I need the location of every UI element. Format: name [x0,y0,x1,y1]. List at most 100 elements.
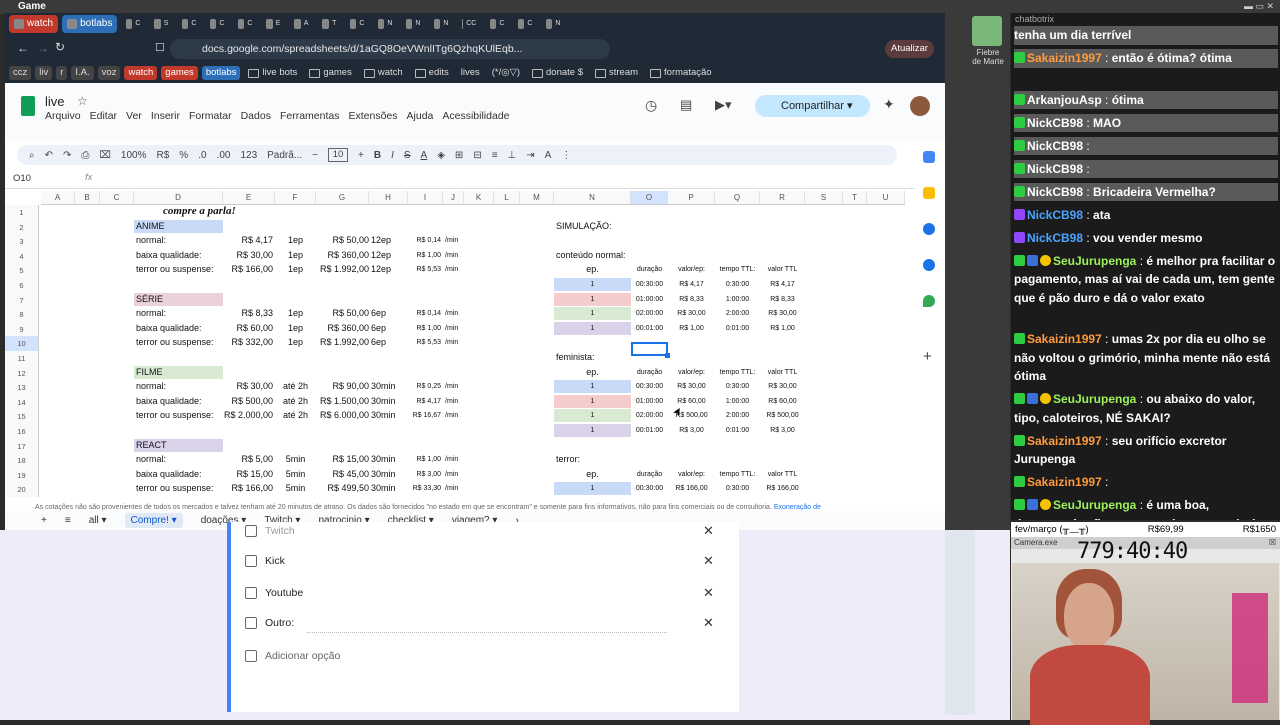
qty-cell[interactable]: 6ep [371,307,410,320]
wrap-icon[interactable]: ⇥ [526,150,534,161]
price-cell[interactable]: R$ 30,00 [223,380,273,393]
chat-message[interactable]: Sakaizin1997 : [1014,473,1278,492]
total-cell[interactable]: R$ 90,00 [316,380,369,393]
increase-decimal-button[interactable]: .00 [217,150,231,161]
option-checkbox[interactable] [245,525,257,537]
sim-value[interactable]: R$ 3,00 [668,424,715,437]
sheets-logo-icon[interactable] [21,96,35,116]
browser-tab[interactable]: botlabs [62,15,118,33]
bookmark-item[interactable]: r [56,66,68,80]
row-header[interactable]: 12 [5,365,39,381]
os-window-controls[interactable]: ▬ ▭ ✕ [1244,1,1274,12]
category-header[interactable]: SÉRIE [134,292,223,306]
browser-tab[interactable]: C [177,15,201,33]
contacts-icon[interactable] [923,259,935,271]
total-cell[interactable]: R$ 15,00 [316,453,369,466]
number-format-button[interactable]: 123 [240,150,257,161]
column-header[interactable]: E [223,191,275,205]
row-header[interactable]: 11 [5,351,39,366]
selected-cell[interactable] [631,342,668,356]
browser-tab[interactable]: C [485,15,509,33]
update-button[interactable]: Atualizar [885,40,934,58]
per-cell[interactable]: /min [445,322,466,335]
sim-duration[interactable]: 00:30:00 [631,380,668,393]
unit-cell[interactable]: 1ep [275,322,316,335]
chat-message[interactable]: Sakaizin1997 : então é ótima? ótima [1014,49,1278,68]
chat-username[interactable]: SeuJurupenga [1053,254,1136,268]
chat-username[interactable]: NickCB98 [1027,231,1083,245]
per-cell[interactable]: /min [445,482,466,495]
sim-head-duration[interactable]: duração [631,366,668,379]
bookmark-item[interactable]: live bots [244,66,301,80]
sim-time[interactable]: 0:30:00 [715,380,760,393]
column-header[interactable]: G [316,191,369,205]
sim-time[interactable]: 2:00:00 [715,307,760,320]
sim-ep[interactable]: 1 [554,482,631,496]
column-header[interactable]: B [75,191,100,205]
chat-username[interactable]: Sakaizin1997 [1027,475,1102,489]
sim-duration[interactable]: 00:30:00 [631,278,668,291]
chat-username[interactable]: SeuJurupenga [1053,392,1136,406]
unit-cell[interactable]: 1ep [275,249,316,262]
total-cell[interactable]: R$ 45,00 [316,468,369,481]
total-cell[interactable]: R$ 1.992,00 [316,263,369,276]
column-header[interactable]: O [631,191,668,205]
price-cell[interactable]: R$ 332,00 [223,336,273,349]
row-header[interactable]: 6 [5,278,39,293]
sim-ep[interactable]: 1 [554,424,631,437]
sim-value[interactable]: R$ 166,00 [668,482,715,495]
qty-cell[interactable]: 6ep [371,322,410,335]
unit-cell[interactable]: 5min [275,482,316,495]
bookmark-item[interactable]: games [305,66,356,80]
close-icon[interactable]: ☒ [1269,537,1276,549]
rate-cell[interactable]: R$ 0,14 [408,307,441,320]
print-icon[interactable]: ⎙ [81,150,89,161]
row-label[interactable]: terror ou suspense: [136,263,225,276]
sheet-tab[interactable]: all ▾ [89,515,107,526]
menu-item[interactable]: Formatar [189,110,232,122]
paint-format-icon[interactable]: ⌧ [99,150,111,161]
redo-icon[interactable]: ↷ [63,150,71,161]
sim-head-value[interactable]: valor/ep: [668,263,715,276]
menu-item[interactable]: Extensões [348,110,397,122]
rate-cell[interactable]: R$ 16,67 [408,409,441,422]
column-header[interactable]: P [668,191,715,205]
bookmark-item[interactable]: edits [411,66,453,80]
total-cell[interactable]: R$ 6.000,00 [316,409,369,422]
bookmark-item[interactable]: liv [35,66,53,80]
rotate-icon[interactable]: A [545,150,552,161]
per-cell[interactable]: /min [445,249,466,262]
sim-total[interactable]: R$ 3,00 [760,424,805,437]
row-label[interactable]: baixa qualidade: [136,395,225,408]
sim-time[interactable]: 1:00:00 [715,293,760,306]
url-bar[interactable]: docs.google.com/spreadsheets/d/1aGQ8OeVW… [170,39,610,59]
decrease-decimal-button[interactable]: .0 [198,150,206,161]
price-cell[interactable]: R$ 166,00 [223,482,273,495]
unit-cell[interactable]: 5min [275,453,316,466]
unit-cell[interactable]: 1ep [275,307,316,320]
category-header[interactable]: FILME [134,365,223,379]
tasks-icon[interactable] [923,223,935,235]
history-icon[interactable]: ◷ [645,97,657,114]
star-icon[interactable]: ☆ [77,94,88,108]
sim-time[interactable]: 0:01:00 [715,322,760,335]
per-cell[interactable]: /min [445,307,466,320]
sim-title[interactable]: SIMULAÇÃO: [556,220,636,233]
sim-duration[interactable]: 02:00:00 [631,409,668,422]
calendar-icon[interactable] [923,151,935,163]
font-size-minus[interactable]: − [312,150,318,161]
chat-username[interactable]: Sakaizin1997 [1027,332,1102,346]
rate-cell[interactable]: R$ 4,17 [408,395,441,408]
title-cell[interactable]: compre a parla! [163,205,303,218]
sim-duration[interactable]: 00:01:00 [631,322,668,335]
price-cell[interactable]: R$ 5,00 [223,453,273,466]
total-cell[interactable]: R$ 50,00 [316,234,369,247]
column-header[interactable]: I [408,191,443,205]
row-header[interactable]: 5 [5,263,39,279]
chat-message[interactable]: NickCB98 : Bricadeira Vermelha? [1014,182,1278,201]
unit-cell[interactable]: 1ep [275,263,316,276]
qty-cell[interactable]: 12ep [371,249,410,262]
price-cell[interactable]: R$ 60,00 [223,322,273,335]
chat-username[interactable]: SeuJurupenga [1053,498,1136,512]
unit-cell[interactable]: até 2h [275,380,316,393]
